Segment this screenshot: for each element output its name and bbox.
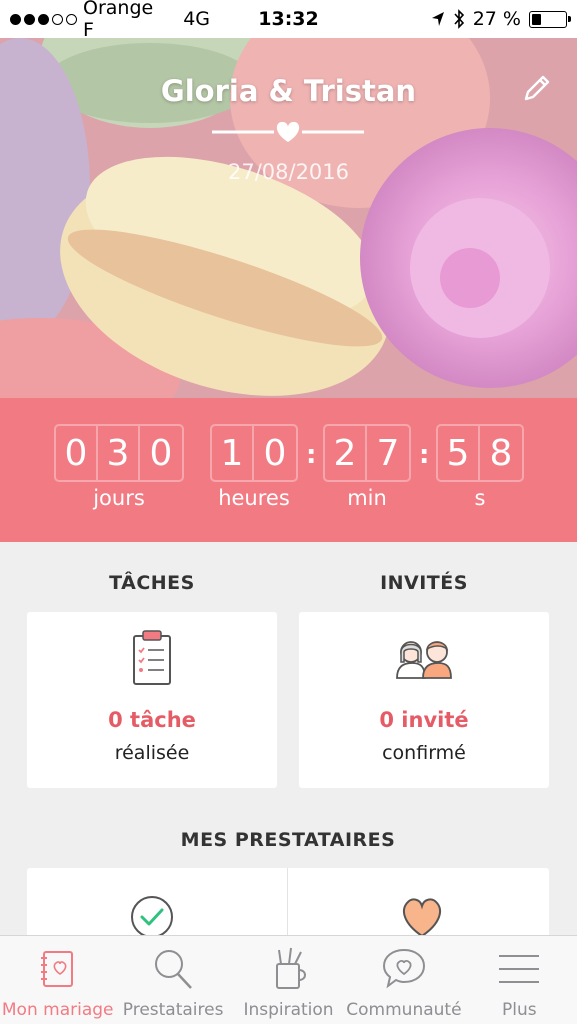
countdown-days: 0 3 0	[54, 424, 184, 482]
tasks-count: 0 tâche	[108, 708, 196, 732]
tasks-subtitle: réalisée	[114, 742, 190, 764]
countdown-digit: 2	[325, 426, 367, 480]
chat-heart-icon	[382, 948, 425, 989]
status-bar: Orange F 4G 13:32 27 %	[0, 0, 577, 41]
countdown-digit: 7	[376, 432, 400, 474]
tasks-card[interactable]: 0 tâche réalisée	[27, 612, 277, 788]
vendors-section-title: MES PRESTATAIRES	[180, 829, 396, 851]
countdown-digit: 0	[263, 432, 287, 474]
battery-icon	[529, 10, 571, 28]
pencil-icon[interactable]	[521, 72, 553, 104]
menu-icon	[499, 955, 540, 983]
countdown-hours: 1 0	[210, 424, 298, 482]
tab-label: Plus	[502, 1000, 537, 1020]
location-arrow-icon	[431, 12, 444, 26]
tab-label: Inspiration	[243, 1000, 334, 1020]
countdown-days-label: jours	[93, 486, 145, 510]
tab-label: Prestataires	[122, 1000, 224, 1020]
wedding-header: Gloria & Tristan 27/08/2016	[0, 38, 577, 398]
tab-prestataires[interactable]: Prestataires	[115, 936, 230, 1024]
tab-inspiration[interactable]: Inspiration	[231, 936, 346, 1024]
countdown-panel: 0 3 0 1 0 : 2 7 : 5 8 jours heures min s	[0, 398, 577, 542]
heart-divider-icon	[212, 121, 364, 142]
network-type: 4G	[183, 8, 210, 30]
countdown-digit: 8	[489, 432, 513, 474]
wedding-date: 27/08/2016	[227, 160, 350, 184]
countdown-separator: :	[306, 440, 317, 470]
countdown-digit: 0	[56, 426, 98, 480]
countdown-seconds-label: s	[474, 486, 486, 510]
tasks-section-title: TÂCHES	[109, 572, 195, 594]
tab-label: Mon mariage	[1, 1000, 114, 1020]
guests-card[interactable]: 0 invité confirmé	[299, 612, 549, 788]
bluetooth-icon	[454, 9, 464, 29]
carrier-name: Orange F	[83, 0, 154, 41]
countdown-minutes-label: min	[347, 486, 387, 510]
battery-percentage: 27 %	[472, 8, 521, 30]
tab-label: Communauté	[346, 1000, 462, 1020]
guests-count: 0 invité	[379, 708, 469, 732]
guests-section-title: INVITÉS	[380, 572, 468, 594]
tab-mon-mariage[interactable]: Mon mariage	[0, 936, 115, 1024]
countdown-digit: 3	[98, 426, 140, 480]
tab-communaute[interactable]: Communauté	[346, 936, 462, 1024]
tools-cup-icon	[275, 947, 306, 989]
check-circle-icon	[131, 896, 173, 938]
countdown-digit: 5	[438, 426, 480, 480]
tab-plus[interactable]: Plus	[462, 936, 577, 1024]
couple-names: Gloria & Tristan	[160, 74, 417, 108]
countdown-digit: 0	[149, 432, 173, 474]
countdown-separator: :	[419, 440, 430, 470]
couple-icon	[396, 641, 452, 679]
guests-subtitle: confirmé	[382, 742, 466, 764]
tab-bar: Mon mariage Prestataires Inspiration Com…	[0, 935, 577, 1024]
countdown-hours-label: heures	[218, 486, 290, 510]
notebook-heart-icon	[40, 951, 73, 987]
heart-icon	[403, 898, 441, 938]
signal-strength-icon	[10, 13, 77, 25]
clipboard-checklist-icon	[133, 630, 171, 685]
countdown-minutes: 2 7	[323, 424, 411, 482]
search-icon	[155, 950, 193, 989]
countdown-digit: 1	[212, 426, 254, 480]
countdown-seconds: 5 8	[436, 424, 524, 482]
